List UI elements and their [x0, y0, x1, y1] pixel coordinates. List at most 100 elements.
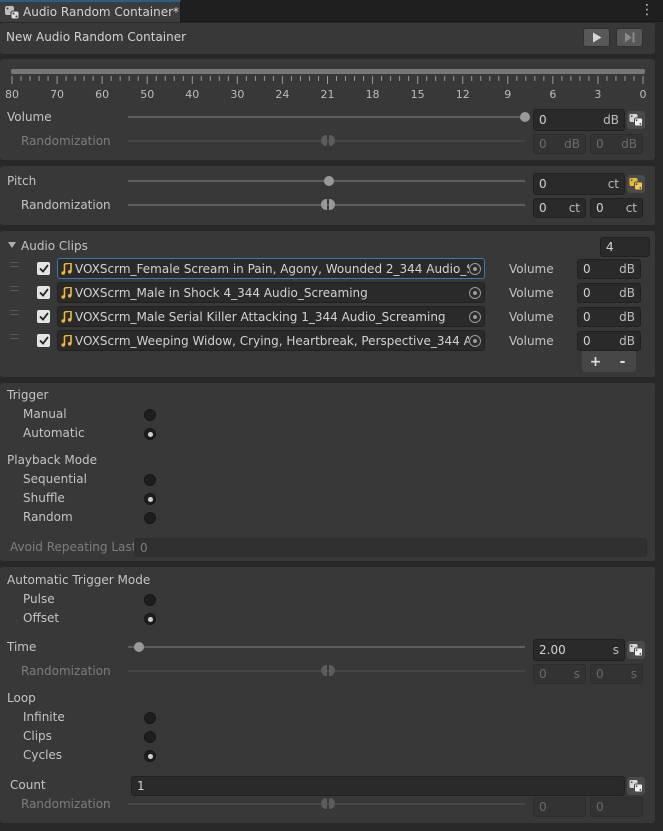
avoid-repeating-label: Avoid Repeating Last [10, 540, 137, 554]
radio-pulse[interactable] [144, 594, 156, 606]
radio-manual[interactable] [144, 409, 156, 421]
radio-shuffle[interactable] [144, 493, 156, 505]
time-label: Time [7, 640, 37, 654]
scale-label: 80 [5, 88, 19, 101]
drag-handle-icon[interactable] [10, 334, 19, 339]
scale-label: 12 [455, 88, 470, 101]
scale-label: 30 [230, 88, 245, 101]
time-field[interactable]: 2.00 s [533, 639, 625, 661]
clip-enabled-checkbox[interactable] [37, 262, 50, 275]
count-randomize-toggle[interactable] [627, 777, 645, 795]
drag-handle-icon[interactable] [10, 262, 19, 267]
object-picker-icon[interactable] [469, 286, 481, 299]
play-button[interactable] [583, 28, 610, 47]
clip-volume-field[interactable]: 0 dB [577, 331, 641, 351]
radio-label: Offset [23, 611, 60, 625]
list-footer: + - [582, 351, 636, 372]
audio-clip-icon [61, 334, 72, 347]
audio-clips-count[interactable]: 4 [600, 237, 650, 257]
radio-label: Shuffle [23, 491, 65, 505]
radio-sequential[interactable] [144, 474, 156, 486]
scale-label: 9 [504, 88, 512, 101]
time-slider-knob[interactable] [134, 642, 144, 652]
clip-volume-field[interactable]: 0 dB [577, 259, 641, 279]
foldout-arrow-icon[interactable] [8, 242, 16, 248]
more-options-icon[interactable]: ⋮ [640, 3, 654, 17]
pitch-randomize-toggle[interactable] [627, 175, 645, 193]
time-slider-track[interactable] [128, 646, 525, 648]
radio-label: Random [23, 510, 73, 524]
scale-label: 24 [275, 88, 290, 101]
clip-enabled-checkbox[interactable] [37, 286, 50, 299]
dice-icon [629, 114, 643, 127]
volume-field[interactable]: 0 dB [533, 109, 625, 131]
remove-clip-button[interactable]: - [609, 351, 636, 372]
radio-automatic[interactable] [144, 428, 156, 440]
volume-slider-track[interactable] [128, 116, 525, 118]
time-randomize-toggle[interactable] [627, 641, 645, 659]
radio-random[interactable] [144, 512, 156, 524]
object-picker-icon[interactable] [469, 310, 481, 323]
dice-icon [629, 178, 643, 191]
audio-clips-list: VOXScrm_Female Scream in Pain, Agony, Wo… [0, 256, 655, 352]
add-clip-button[interactable]: + [582, 351, 609, 372]
scale-label: 21 [320, 88, 335, 101]
count-randomization-max: 0 [590, 797, 643, 817]
radio-clips[interactable] [144, 731, 156, 743]
radio-label: Clips [23, 729, 52, 743]
volume-slider-knob[interactable] [520, 112, 530, 122]
object-picker-icon[interactable] [469, 262, 481, 275]
volume-randomization-max: 0 dB [590, 134, 643, 154]
radio-label: Manual [23, 407, 67, 421]
count-randomization-handle [321, 798, 335, 809]
drag-handle-icon[interactable] [10, 286, 19, 291]
pitch-randomization-min[interactable]: 0 ct [533, 198, 586, 218]
clip-volume-field[interactable]: 0 dB [577, 283, 641, 303]
clip-enabled-checkbox[interactable] [37, 334, 50, 347]
radio-offset[interactable] [144, 613, 156, 625]
scale-label: 60 [95, 88, 110, 101]
playback-mode-label: Playback Mode [7, 453, 98, 467]
clip-volume-label: Volume [509, 334, 554, 348]
dice-icon [629, 644, 643, 657]
radio-label: Cycles [23, 748, 63, 762]
skip-next-icon [624, 32, 634, 43]
count-field[interactable]: 1 [131, 776, 625, 796]
scale-label: 40 [185, 88, 200, 101]
pitch-field[interactable]: 0 ct [533, 173, 625, 195]
clip-enabled-checkbox[interactable] [37, 310, 50, 323]
radio-label: Infinite [23, 710, 65, 724]
audio-clips-label[interactable]: Audio Clips [21, 239, 88, 253]
time-randomization-handle [321, 665, 335, 676]
audio-random-container-icon [4, 4, 20, 20]
volume-randomization-label: Randomization [21, 134, 111, 148]
count-randomization-label: Randomization [21, 797, 111, 811]
pitch-randomization-max[interactable]: 0 ct [590, 198, 643, 218]
time-randomization-max: 0s [590, 664, 643, 684]
scale-label: 0 [639, 88, 647, 101]
pitch-slider-knob[interactable] [324, 176, 334, 186]
clip-field[interactable]: VOXScrm_Male Serial Killer Attacking 1_3… [57, 306, 485, 327]
volume-randomize-toggle[interactable] [627, 111, 645, 129]
audio-clip-icon [61, 286, 72, 299]
drag-handle-icon[interactable] [10, 310, 19, 315]
pitch-randomization-handle[interactable] [321, 199, 335, 210]
radio-label: Automatic [23, 426, 85, 440]
clip-volume-label: Volume [509, 310, 554, 324]
radio-label: Sequential [23, 472, 87, 486]
clip-field[interactable]: VOXScrm_Female Scream in Pain, Agony, Wo… [57, 258, 485, 279]
skip-button[interactable] [616, 28, 643, 47]
object-picker-icon[interactable] [469, 334, 481, 347]
clip-volume-field[interactable]: 0 dB [577, 307, 641, 327]
audio-clip-icon [61, 310, 72, 323]
clip-field[interactable]: VOXScrm_Weeping Widow, Crying, Heartbrea… [57, 330, 485, 351]
tab-audio-random-container[interactable]: Audio Random Container* [0, 0, 181, 22]
count-randomization-min: 0 [533, 797, 586, 817]
radio-infinite[interactable] [144, 712, 156, 724]
radio-cycles[interactable] [144, 750, 156, 762]
volume-randomization-handle [321, 135, 335, 146]
clip-name: VOXScrm_Weeping Widow, Crying, Heartbrea… [75, 333, 469, 348]
scale-label: 6 [549, 88, 557, 101]
loop-options: Infinite Clips Cycles [0, 710, 200, 770]
clip-field[interactable]: VOXScrm_Male in Shock 4_344 Audio_Scream… [57, 282, 485, 303]
